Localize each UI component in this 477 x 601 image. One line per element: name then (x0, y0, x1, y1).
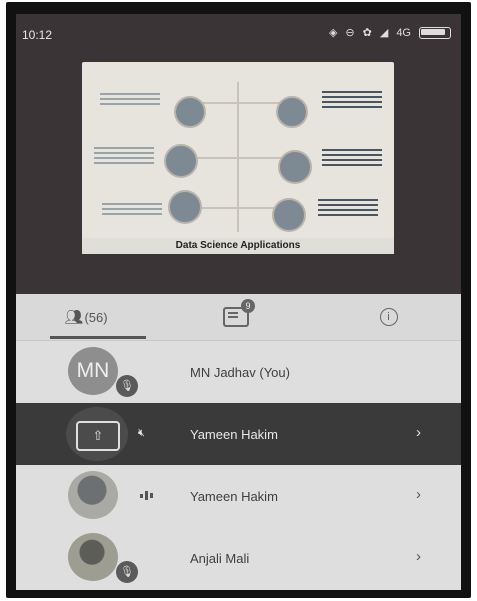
participant-name: Anjali Mali (190, 551, 250, 566)
slide-text-block (102, 200, 162, 218)
slide-title: Data Science Applications (82, 238, 394, 254)
participant-row[interactable]: 🎙︎ Anjali Mali › (16, 527, 461, 589)
slide-text-block (322, 146, 382, 169)
vpn-icon: ⊖ (345, 27, 355, 39)
avatar (68, 471, 118, 519)
manufacturing-node (164, 144, 198, 178)
audio-off-icon: 🔇︎ (138, 427, 145, 439)
status-time: 10:12 (22, 28, 53, 42)
chevron-right-icon[interactable]: › (416, 424, 421, 441)
avatar (68, 533, 118, 581)
screen-share-icon: ⇧ (76, 421, 120, 451)
presentation-view[interactable]: 10:12 ◈ ⊖ ✿ ◢ 4G Data Science Applicatio… (16, 14, 461, 294)
chevron-right-icon[interactable]: › (416, 486, 421, 503)
chat-icon: 9 (223, 299, 255, 327)
slide-connector (182, 157, 292, 159)
battery-icon (419, 26, 451, 39)
sync-icon: ✿ (362, 27, 372, 39)
status-icons: ◈ ⊖ ✿ ◢ 4G (329, 26, 451, 39)
chevron-right-icon[interactable]: › (416, 548, 421, 565)
participant-list: MN 🎙︎ MN Jadhav (You) ⇧ 🔇︎ Yameen Hakim … (16, 341, 461, 590)
tab-info[interactable]: i (316, 294, 461, 340)
tab-chat[interactable]: 9 (166, 294, 306, 340)
mic-off-icon: 🎙︎ (116, 561, 138, 583)
status-bar: 10:12 ◈ ⊖ ✿ ◢ 4G (16, 14, 461, 48)
meet-screen: 10:12 ◈ ⊖ ✿ ◢ 4G Data Science Applicatio… (16, 14, 461, 590)
signal-icon: ◢ (379, 27, 389, 39)
slide-text-block (100, 90, 160, 108)
participant-row[interactable]: MN 🎙︎ MN Jadhav (You) (16, 341, 461, 403)
active-tab-indicator (50, 336, 146, 339)
speaking-indicator-icon (140, 491, 153, 500)
slide-text-block (322, 88, 382, 111)
people-count: (56) (84, 309, 108, 325)
slide-text-block (94, 144, 154, 167)
participant-name: Yameen Hakim (190, 489, 278, 504)
alarm-icon: ◈ (328, 27, 338, 39)
tab-people[interactable]: 👥︎ (56) (16, 294, 156, 340)
healthcare-node (276, 96, 308, 128)
finance-node (272, 198, 306, 232)
banking-node (168, 190, 202, 224)
network-label: 4G (396, 26, 411, 39)
shared-slide: Data Science Applications (82, 62, 394, 254)
participant-name: Yameen Hakim (190, 427, 278, 442)
meeting-tabs: 👥︎ (56) 9 i (16, 294, 461, 341)
avatar: MN (68, 347, 118, 395)
participant-row[interactable]: ⇧ 🔇︎ Yameen Hakim › (16, 403, 461, 465)
mic-off-icon: 🎙︎ (116, 375, 138, 397)
participant-row[interactable]: Yameen Hakim › (16, 465, 461, 527)
info-icon: i (379, 308, 398, 326)
participant-name: MN Jadhav (You) (190, 365, 290, 380)
slide-text-block (318, 196, 378, 219)
transport-node (278, 150, 312, 184)
internet-search-node (174, 96, 206, 128)
people-icon: 👥︎ (64, 309, 83, 326)
chat-badge: 9 (241, 299, 255, 313)
